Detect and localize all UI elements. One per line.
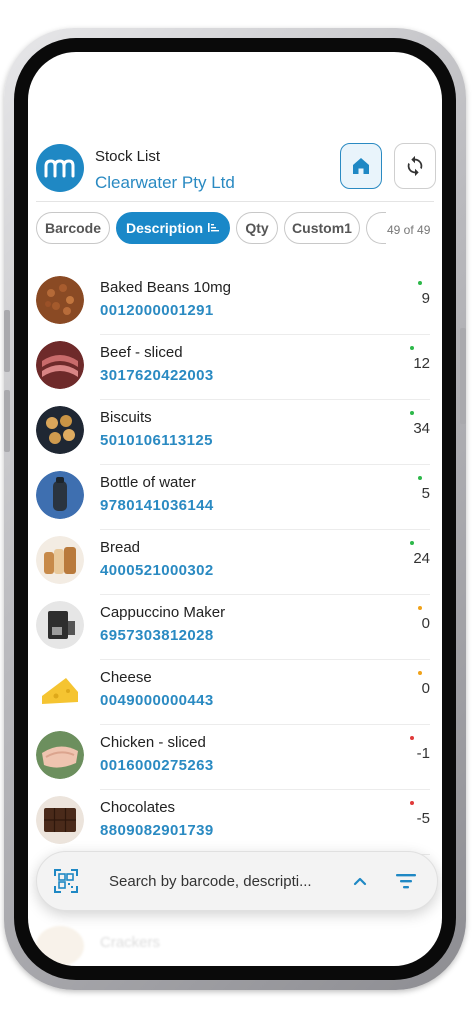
stock-status-dot — [410, 346, 414, 350]
app-header: Stock List Clearwater Pty Ltd — [28, 52, 442, 217]
item-barcode: 9780141036144 — [100, 497, 214, 514]
item-thumbnail — [36, 536, 84, 584]
item-qty: 24 — [413, 550, 430, 567]
stock-status-dot — [418, 476, 422, 480]
stock-status-dot — [418, 671, 422, 675]
phone-bezel: Stock List Clearwater Pty Ltd Barcode De… — [14, 38, 456, 980]
list-item[interactable]: Cheese 0049000000443 0 — [28, 660, 442, 725]
tab-barcode[interactable]: Barcode — [36, 212, 110, 244]
tab-custom1-label: Custom1 — [292, 220, 352, 236]
tab-custom1[interactable]: Custom1 — [284, 212, 360, 244]
item-thumbnail — [36, 796, 84, 844]
item-name: Bottle of water — [100, 474, 196, 491]
item-barcode: 6957303812028 — [100, 627, 214, 644]
item-name: Chicken - sliced — [100, 734, 206, 751]
chevron-up-icon — [353, 877, 367, 886]
tab-description[interactable]: Description — [116, 212, 230, 244]
search-bar — [36, 851, 438, 911]
item-thumbnail — [36, 471, 84, 519]
tab-qty[interactable]: Qty — [236, 212, 278, 244]
item-name: Crackers — [100, 934, 161, 951]
list-item[interactable]: Biscuits 5010106113125 34 — [28, 400, 442, 465]
search-input[interactable] — [109, 866, 339, 896]
item-qty: 34 — [413, 420, 430, 437]
list-item[interactable]: Bottle of water 9780141036144 5 — [28, 465, 442, 530]
item-barcode: 0012000001291 — [100, 302, 214, 319]
stock-status-dot — [410, 801, 414, 805]
stock-status-dot — [410, 541, 414, 545]
item-name: Bread — [100, 539, 141, 556]
item-qty: 5 — [421, 485, 430, 502]
item-qty: 9 — [421, 290, 430, 307]
list-item[interactable]: Cappuccino Maker 6957303812028 0 — [28, 595, 442, 660]
item-thumbnail — [36, 341, 84, 389]
list-item[interactable]: Beef - sliced 3017620422003 12 — [28, 335, 442, 400]
list-item-partial: Crackers — [28, 920, 442, 966]
rm-logo-icon — [44, 159, 75, 178]
item-thumbnail — [36, 406, 84, 454]
item-thumbnail — [36, 601, 84, 649]
list-item[interactable]: Bread 4000521000302 24 — [28, 530, 442, 595]
stock-status-dot — [418, 606, 422, 610]
sort-ascending-icon — [208, 223, 219, 232]
item-thumbnail — [36, 731, 84, 779]
scan-barcode-button[interactable] — [53, 868, 79, 894]
item-thumbnail — [36, 926, 84, 966]
item-name: Beef - sliced — [100, 344, 183, 361]
page-title: Stock List — [95, 148, 161, 165]
item-name: Biscuits — [100, 409, 152, 426]
item-thumbnail — [36, 666, 84, 714]
home-icon — [353, 158, 369, 174]
item-thumbnail — [36, 276, 84, 324]
header-divider — [36, 201, 434, 202]
qr-scan-icon — [54, 869, 78, 893]
sync-button[interactable] — [394, 143, 436, 189]
stock-status-dot — [410, 411, 414, 415]
item-name: Chocolates — [100, 799, 176, 816]
item-barcode: 3017620422003 — [100, 367, 214, 384]
item-name: Cappuccino Maker — [100, 604, 226, 621]
app-logo — [36, 144, 84, 192]
item-qty: -1 — [416, 745, 430, 762]
power-button — [460, 328, 466, 424]
item-barcode: 8809082901739 — [100, 822, 214, 839]
tab-barcode-label: Barcode — [44, 220, 102, 236]
item-name: Baked Beans 10mg — [100, 279, 231, 296]
item-barcode: 0049000000443 — [100, 692, 214, 709]
item-qty: -5 — [416, 810, 430, 827]
sort-tabs: Barcode Description Qty Custom1 — [36, 212, 442, 246]
phone-frame: Stock List Clearwater Pty Ltd Barcode De… — [4, 28, 466, 990]
item-barcode: 5010106113125 — [100, 432, 213, 449]
tab-more[interactable] — [366, 212, 386, 244]
volume-down-button — [4, 390, 10, 452]
sync-icon — [407, 155, 423, 177]
filter-icon — [396, 874, 416, 889]
stock-status-dot — [410, 736, 414, 740]
list-item[interactable]: Chicken - sliced 0016000275263 -1 — [28, 725, 442, 790]
list-item[interactable]: Baked Beans 10mg 0012000001291 9 — [28, 270, 442, 335]
tab-description-label: Description — [125, 220, 203, 236]
expand-button[interactable] — [349, 870, 371, 892]
app-screen: Stock List Clearwater Pty Ltd Barcode De… — [28, 52, 442, 966]
item-qty: 12 — [413, 355, 430, 372]
item-count: 49 of 49 — [387, 223, 431, 237]
filter-button[interactable] — [393, 868, 419, 894]
item-qty: 0 — [421, 680, 430, 697]
item-barcode: 0016000275263 — [100, 757, 214, 774]
company-name[interactable]: Clearwater Pty Ltd — [95, 173, 235, 193]
list-item[interactable]: Chocolates 8809082901739 -5 — [28, 790, 442, 855]
item-barcode: 4000521000302 — [100, 562, 214, 579]
home-button[interactable] — [340, 143, 382, 189]
item-qty: 0 — [421, 615, 430, 632]
volume-up-button — [4, 310, 10, 372]
stock-status-dot — [418, 281, 422, 285]
tab-qty-label: Qty — [245, 220, 269, 236]
item-name: Cheese — [100, 669, 152, 686]
